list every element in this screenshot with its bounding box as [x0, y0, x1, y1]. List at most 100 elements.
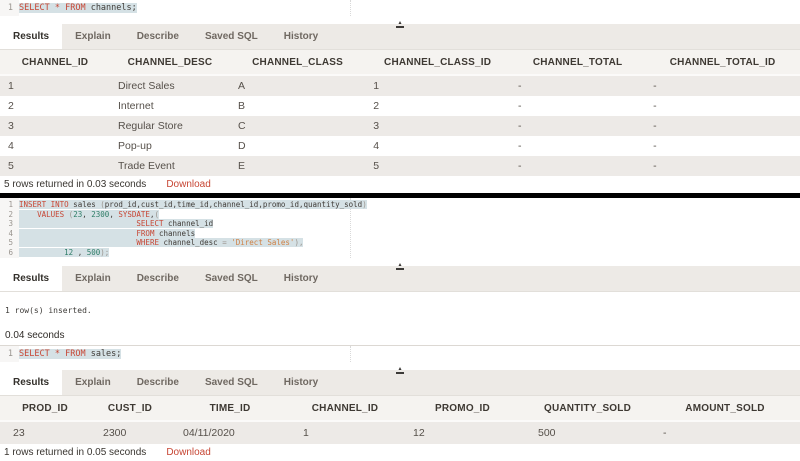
- code-text: INSERT INTO sales (prod_id,cust_id,time_…: [19, 200, 367, 209]
- table-cell: E: [230, 156, 366, 176]
- line-number: 6: [8, 247, 13, 257]
- tab-explain[interactable]: Explain: [62, 24, 124, 49]
- code-line[interactable]: 1 SELECT * FROM channels;: [0, 2, 800, 15]
- tab-saved-sql[interactable]: Saved SQL: [192, 24, 271, 49]
- sql-editor-insert[interactable]: 1 INSERT INTO sales (prod_id,cust_id,time…: [0, 198, 800, 258]
- table-cell: 2: [365, 96, 510, 116]
- table-cell: 1: [365, 75, 510, 96]
- tab-results[interactable]: Results: [0, 24, 63, 49]
- code-text: SELECT * FROM sales;: [19, 349, 122, 359]
- tab-explain[interactable]: Explain: [62, 370, 124, 395]
- sales-results-table: PROD_ID CUST_ID TIME_ID CHANNEL_ID PROMO_ID Q…: [0, 396, 800, 444]
- collapse-editor-icon[interactable]: ▴: [396, 366, 404, 374]
- column-header: CHANNEL_DESC: [110, 50, 230, 76]
- table-cell: 4: [0, 136, 110, 156]
- collapse-editor-icon[interactable]: ▴: [396, 262, 404, 270]
- column-header: CHANNEL_CLASS: [230, 50, 366, 76]
- table-cell: Internet: [110, 96, 230, 116]
- results-footer: 1 rows returned in 0.05 seconds Download: [0, 444, 800, 461]
- column-header: CHANNEL_ID: [0, 50, 110, 76]
- line-number: 1: [7, 3, 13, 13]
- channels-results-table: CHANNEL_ID CHANNEL_DESC CHANNEL_CLASS CHANN…: [0, 50, 800, 176]
- line-number: 5: [8, 238, 13, 247]
- table-cell: D: [230, 136, 366, 156]
- insert-result-area: 1 row(s) inserted. 0.04 seconds: [0, 292, 800, 346]
- table-row: 4 Pop-up D 4- -: [0, 136, 800, 156]
- table-cell: 500: [525, 421, 650, 444]
- table-row: 3 Regular Store C 3- -: [0, 116, 800, 136]
- table-cell: -: [645, 136, 800, 156]
- code-line[interactable]: 1 SELECT * FROM sales;: [0, 348, 800, 361]
- tab-explain[interactable]: Explain: [62, 266, 124, 291]
- code-line[interactable]: 3 SELECT channel_id: [0, 219, 800, 229]
- table-cell: Pop-up: [110, 136, 230, 156]
- column-header: CUST_ID: [90, 396, 170, 422]
- results-footer: 5 rows returned in 0.03 seconds Download: [0, 176, 800, 193]
- insert-result-message: 1 row(s) inserted.: [5, 306, 92, 315]
- sql-editor-sales[interactable]: 1 SELECT * FROM sales;: [0, 346, 800, 362]
- column-header: CHANNEL_ID: [290, 396, 400, 422]
- table-cell: B: [230, 96, 366, 116]
- column-header: PROD_ID: [0, 396, 90, 422]
- table-row: 5 Trade Event E 5- -: [0, 156, 800, 176]
- line-number: 2: [8, 209, 13, 219]
- table-cell: 12: [400, 421, 525, 444]
- code-line[interactable]: 4 FROM channels: [0, 228, 800, 239]
- tab-describe[interactable]: Describe: [124, 266, 192, 291]
- table-cell: 5: [365, 156, 510, 176]
- table-cell: 2: [0, 96, 110, 116]
- table-cell: 04/11/2020: [170, 421, 290, 444]
- column-header: TIME_ID: [170, 396, 290, 422]
- table-cell: C: [230, 116, 366, 136]
- tab-results[interactable]: Results: [0, 266, 63, 291]
- tab-describe[interactable]: Describe: [124, 370, 192, 395]
- table-cell: -: [509, 116, 646, 136]
- tab-results[interactable]: Results: [0, 370, 63, 395]
- column-header: QUANTITY_SOLD: [525, 396, 650, 422]
- row-count-status: 1 rows returned in 0.05 seconds: [4, 447, 147, 458]
- elapsed-time: 0.04 seconds: [5, 330, 65, 341]
- column-header: CHANNEL_TOTAL_ID: [645, 50, 800, 76]
- tab-history[interactable]: History: [271, 24, 331, 49]
- column-header: CHANNEL_CLASS_ID: [365, 50, 510, 76]
- code-text: 12 , 500);: [19, 247, 110, 257]
- line-number: 1: [7, 349, 13, 359]
- table-cell: -: [645, 96, 800, 116]
- code-line[interactable]: 5 WHERE channel_desc = 'Direct Sales'),: [0, 238, 800, 248]
- editor-resize-strip: ▴: [0, 362, 800, 374]
- code-text: VALUES (23, 2300, SYSDATE,(: [19, 209, 159, 219]
- table-cell: 4: [365, 136, 510, 156]
- header-row: PROD_ID CUST_ID TIME_ID CHANNEL_ID PROMO_ID Q…: [0, 396, 800, 422]
- worksheet-section-insert: 1 INSERT INTO sales (prod_id,cust_id,time…: [0, 198, 800, 346]
- code-line[interactable]: 6 12 , 500);: [0, 247, 800, 258]
- worksheet-section-channels: 1 SELECT * FROM channels; ▴ Results Explai…: [0, 0, 800, 193]
- table-cell: 1: [0, 75, 110, 96]
- tab-history[interactable]: History: [271, 266, 331, 291]
- line-number: 1: [8, 200, 13, 209]
- table-cell: 2300: [90, 421, 170, 444]
- code-text: WHERE channel_desc = 'Direct Sales'),: [19, 238, 304, 247]
- tab-history[interactable]: History: [271, 370, 331, 395]
- collapse-editor-icon[interactable]: ▴: [396, 20, 404, 28]
- table-cell: -: [650, 421, 800, 444]
- table-cell: Regular Store: [110, 116, 230, 136]
- tab-saved-sql[interactable]: Saved SQL: [192, 370, 271, 395]
- code-line[interactable]: 2 VALUES (23, 2300, SYSDATE,(: [0, 209, 800, 220]
- column-header: AMOUNT_SOLD: [650, 396, 800, 422]
- tab-saved-sql[interactable]: Saved SQL: [192, 266, 271, 291]
- tab-describe[interactable]: Describe: [124, 24, 192, 49]
- header-row: CHANNEL_ID CHANNEL_DESC CHANNEL_CLASS CHANN…: [0, 50, 800, 76]
- code-text: SELECT channel_id: [19, 219, 214, 228]
- download-link[interactable]: Download: [166, 179, 210, 190]
- table-cell: 23: [0, 421, 90, 444]
- line-number: 3: [8, 219, 13, 228]
- download-link[interactable]: Download: [166, 447, 210, 458]
- table-row: 23 2300 04/11/2020 1 12 500-: [0, 421, 800, 444]
- table-cell: -: [645, 75, 800, 96]
- line-number: 4: [8, 228, 13, 238]
- sql-editor-channels[interactable]: 1 SELECT * FROM channels;: [0, 0, 800, 16]
- code-line[interactable]: 1 INSERT INTO sales (prod_id,cust_id,time…: [0, 200, 800, 210]
- table-row: 1 Direct Sales A 1- -: [0, 75, 800, 96]
- table-cell: -: [645, 156, 800, 176]
- editor-resize-strip: ▴: [0, 16, 800, 28]
